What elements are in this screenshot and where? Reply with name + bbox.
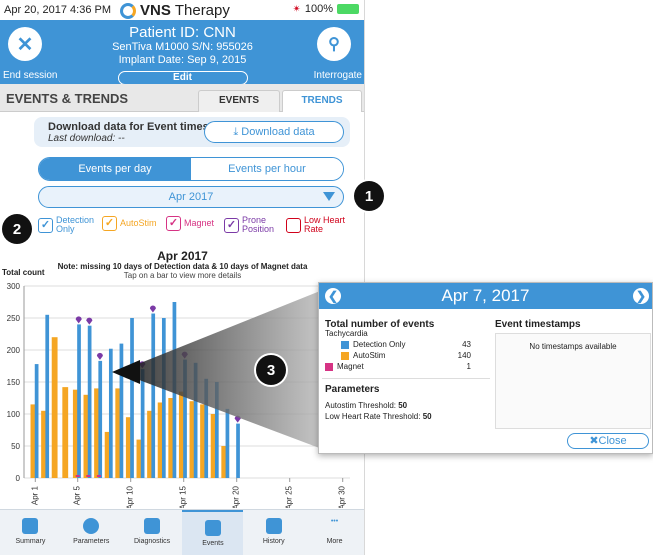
popup-date: Apr 7, 2017 [441, 286, 530, 305]
callout-badge-3: 3 [256, 355, 286, 385]
popup-params-title: Parameters [325, 384, 380, 395]
popup-category: Tachycardia [325, 329, 368, 338]
param-lowhr-value: 50 [422, 412, 432, 421]
close-button[interactable]: ✖Close [567, 433, 649, 449]
previous-icon[interactable]: ❮ [325, 288, 341, 304]
param-autostim-value: 50 [398, 401, 408, 410]
next-icon[interactable]: ❯ [633, 288, 649, 304]
timestamps-empty: No timestamps available [529, 342, 617, 351]
popup-row-label: AutoStim [353, 351, 386, 360]
popup-row: AutoStim 140 [341, 351, 471, 360]
param-lowhr: Low Heart Rate Threshold: 50 [325, 412, 432, 421]
event-detail-popup: ❮ Apr 7, 2017 ❯ Total number of events T… [318, 282, 653, 454]
callout-badge-1: 1 [354, 181, 384, 211]
popup-row-value: 43 [462, 340, 471, 349]
popup-timestamps-title: Event timestamps [495, 319, 581, 330]
close-button-label: Close [598, 435, 627, 447]
popup-row-value: 140 [457, 351, 471, 360]
param-autostim-label: Autostim Threshold: [325, 401, 396, 410]
legend-swatch [341, 340, 349, 349]
callout-badge-2: 2 [2, 214, 32, 244]
popup-row-label: Magnet [337, 362, 364, 371]
popup-row-value: 1 [466, 362, 471, 371]
popup-divider [322, 378, 490, 379]
popup-header: ❮ Apr 7, 2017 ❯ [319, 283, 652, 309]
legend-swatch [325, 362, 333, 371]
spotlight-cone [112, 287, 330, 452]
timestamps-box: No timestamps available [495, 333, 651, 429]
screenshot-root: Apr 20, 2017 4:36 PM VNS Therapy ✴ 100% ✕… [0, 0, 653, 555]
popup-row-label: Detection Only [353, 340, 406, 349]
param-autostim: Autostim Threshold: 50 [325, 401, 407, 410]
param-lowhr-label: Low Heart Rate Threshold: [325, 412, 421, 421]
popup-row: Detection Only 43 [341, 340, 471, 349]
close-x-icon: ✖ [589, 435, 599, 447]
popup-row: Magnet 1 [325, 362, 471, 371]
legend-swatch [341, 351, 349, 360]
